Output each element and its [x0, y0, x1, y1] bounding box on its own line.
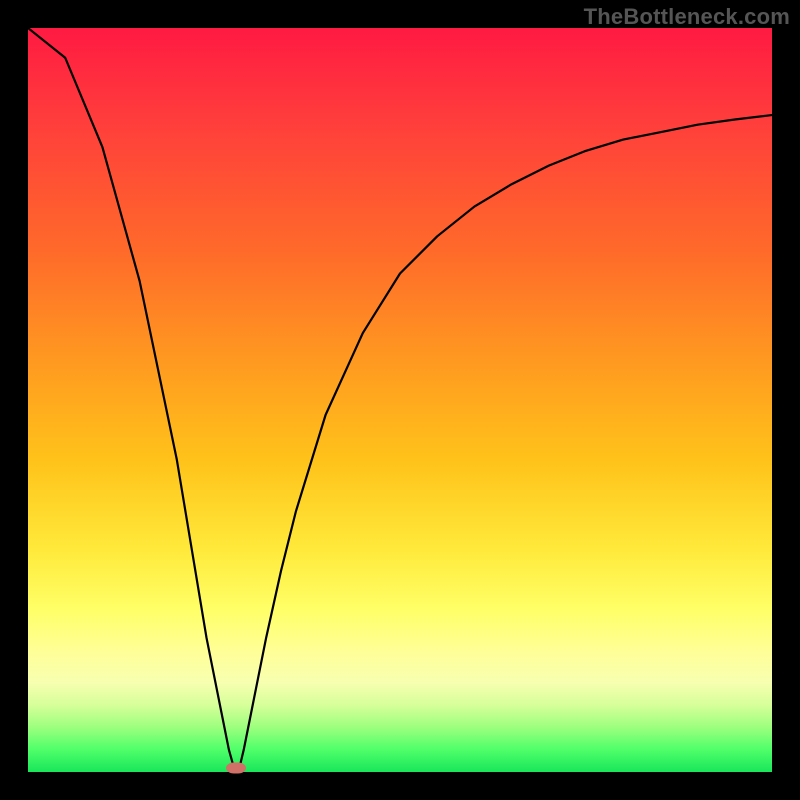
plot-area: [28, 28, 772, 772]
min-marker: [226, 762, 246, 773]
curve-path: [28, 28, 772, 768]
curve-svg: [28, 28, 772, 772]
watermark-text: TheBottleneck.com: [584, 4, 790, 30]
chart-frame: TheBottleneck.com: [0, 0, 800, 800]
